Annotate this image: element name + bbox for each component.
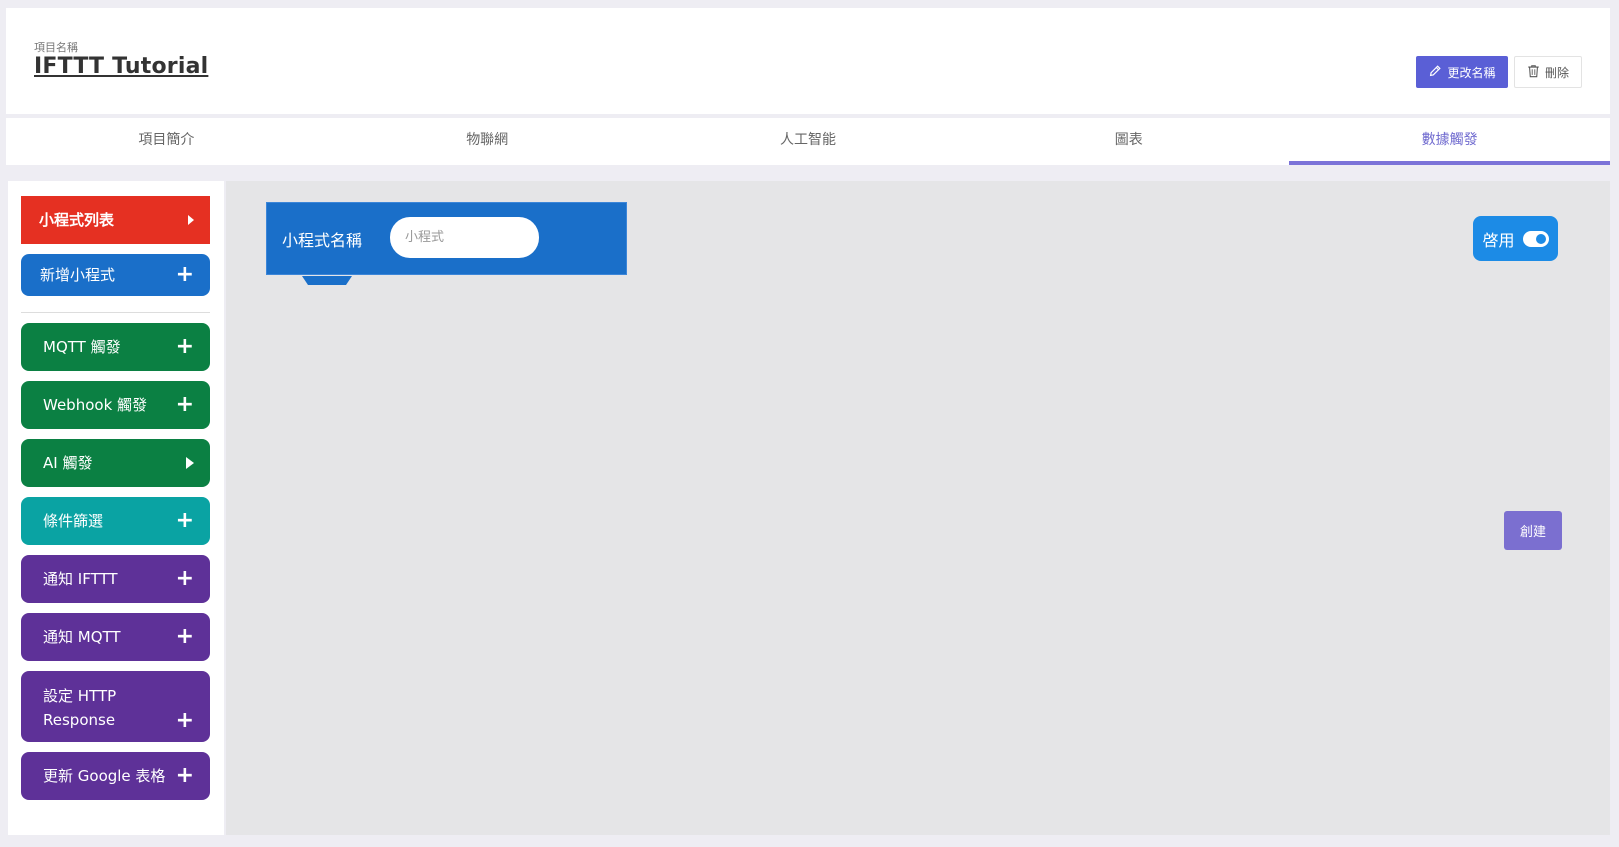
tab-bar: 項目簡介 物聯網 人工智能 圖表 數據觸發 xyxy=(6,118,1610,165)
webhook-trigger-button[interactable]: Webhook 觸發 + xyxy=(21,381,210,429)
enable-toggle-label: 啓用 xyxy=(1482,230,1515,250)
plus-icon: + xyxy=(175,392,194,417)
condition-filter-button[interactable]: 條件篩選 + xyxy=(21,497,210,545)
notify-ifttt-button[interactable]: 通知 IFTTT + xyxy=(21,555,210,603)
project-title[interactable]: IFTTT Tutorial xyxy=(34,54,208,79)
new-applet-button[interactable]: 新增小程式 + xyxy=(21,254,210,296)
notify-mqtt-label: 通知 MQTT xyxy=(43,628,121,646)
applet-list-label: 小程式列表 xyxy=(39,211,115,229)
webhook-trigger-label: Webhook 觸發 xyxy=(43,396,148,414)
block-connector-notch xyxy=(302,276,352,285)
plus-icon: + xyxy=(175,508,194,533)
mqtt-trigger-label: MQTT 觸發 xyxy=(43,338,121,356)
triangle-right-icon xyxy=(188,215,194,225)
rename-button-label: 更改名稱 xyxy=(1447,65,1496,80)
blockly-workspace[interactable]: 小程式名稱 xyxy=(226,181,1610,835)
tab-project-intro[interactable]: 項目簡介 xyxy=(6,118,327,165)
plus-icon: + xyxy=(175,763,194,788)
mqtt-trigger-button[interactable]: MQTT 觸發 + xyxy=(21,323,210,371)
update-google-sheet-label: 更新 Google 表格 xyxy=(43,767,166,785)
tab-charts[interactable]: 圖表 xyxy=(968,118,1289,165)
tab-iot[interactable]: 物聯網 xyxy=(327,118,648,165)
notify-mqtt-button[interactable]: 通知 MQTT + xyxy=(21,613,210,661)
notify-ifttt-label: 通知 IFTTT xyxy=(43,570,118,588)
condition-filter-label: 條件篩選 xyxy=(43,512,104,530)
applet-name-block[interactable]: 小程式名稱 xyxy=(266,202,627,275)
plus-icon: + xyxy=(175,624,194,649)
plus-icon: + xyxy=(175,334,194,359)
toggle-switch-icon xyxy=(1522,230,1549,247)
project-name-label: 項目名稱 xyxy=(34,41,78,54)
rename-button[interactable]: 更改名稱 xyxy=(1416,56,1508,88)
create-button[interactable]: 創建 xyxy=(1504,511,1562,550)
pencil-icon xyxy=(1428,64,1442,81)
tab-ai[interactable]: 人工智能 xyxy=(648,118,969,165)
ai-trigger-label: AI 觸發 xyxy=(43,454,93,472)
enable-toggle[interactable]: 啓用 xyxy=(1473,216,1558,261)
update-google-sheet-button[interactable]: 更新 Google 表格 + xyxy=(21,752,210,800)
triangle-right-icon xyxy=(186,457,194,469)
plus-icon: + xyxy=(175,566,194,591)
set-http-response-label: 設定 HTTP Response xyxy=(43,687,117,729)
delete-button[interactable]: 刪除 xyxy=(1514,56,1582,88)
trash-icon xyxy=(1527,64,1540,81)
block-toolbox: 小程式列表 新增小程式 + MQTT 觸發 + Webhook 觸發 + AI … xyxy=(8,181,224,835)
plus-icon: + xyxy=(175,262,194,287)
delete-button-label: 刪除 xyxy=(1544,65,1569,80)
tab-data-trigger[interactable]: 數據觸發 xyxy=(1289,118,1610,165)
applet-list-button[interactable]: 小程式列表 xyxy=(21,196,210,244)
applet-name-label: 小程式名稱 xyxy=(282,231,363,250)
applet-name-input[interactable] xyxy=(390,217,539,258)
set-http-response-button[interactable]: 設定 HTTP Response + xyxy=(21,671,210,742)
new-applet-label: 新增小程式 xyxy=(40,266,116,284)
ai-trigger-button[interactable]: AI 觸發 xyxy=(21,439,210,487)
project-header: 項目名稱 IFTTT Tutorial 更改名稱 刪除 xyxy=(6,8,1610,114)
sidebar-divider xyxy=(21,312,210,313)
plus-icon: + xyxy=(175,708,194,733)
